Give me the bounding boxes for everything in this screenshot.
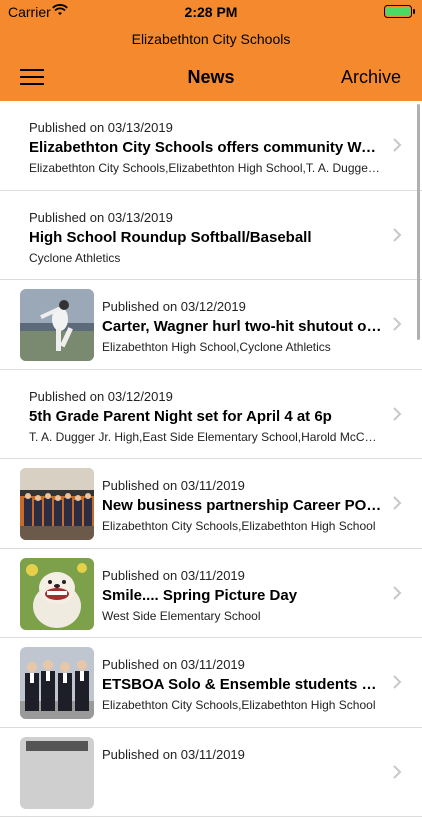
archive-button[interactable]: Archive [341,67,401,88]
news-list: Published on 03/13/2019 Elizabethton City… [0,101,422,817]
article-title: High School Roundup Softball/Baseball [29,229,382,246]
article-thumbnail [20,558,94,630]
article-date: Published on 03/13/2019 [29,120,382,135]
status-bar: Carrier 2:28 PM [0,0,422,24]
article-tags: Elizabethton City Schools,Elizabethton H… [29,161,382,175]
article-date: Published on 03/13/2019 [29,210,382,225]
article-date: Published on 03/11/2019 [102,747,382,762]
news-list-item[interactable]: Published on 03/12/2019 Carter, Wagner hu… [0,280,422,370]
article-tags: Elizabethton City Schools,Elizabethton H… [102,698,382,712]
header: Carrier 2:28 PM Elizabethton City School… [0,0,422,101]
chevron-right-icon [392,585,402,601]
article-tags: West Side Elementary School [102,609,382,623]
news-list-item[interactable]: Published on 03/11/2019 [0,728,422,817]
article-date: Published on 03/11/2019 [102,478,382,493]
article-tags: Elizabethton City Schools,Elizabethton H… [102,519,382,533]
article-tags: Elizabethton High School,Cyclone Athleti… [102,340,382,354]
news-list-item[interactable]: Published on 03/11/2019 ETSBOA Solo & Ens… [0,638,422,728]
news-list-item[interactable]: Published on 03/13/2019 Elizabethton City… [0,101,422,191]
news-list-item[interactable]: Published on 03/11/2019 Smile.... Spring … [0,549,422,639]
article-title: Carter, Wagner hurl two-hit shutout over… [102,318,382,335]
article-thumbnail [20,468,94,540]
article-tags: Cyclone Athletics [29,251,382,265]
app-title: Elizabethton City Schools [0,31,422,47]
article-date: Published on 03/12/2019 [102,299,382,314]
chevron-right-icon [392,674,402,690]
scrollbar[interactable] [417,104,420,340]
article-date: Published on 03/12/2019 [29,389,382,404]
chevron-right-icon [392,316,402,332]
article-date: Published on 03/11/2019 [102,657,382,672]
article-title: 5th Grade Parent Night set for April 4 a… [29,408,382,425]
chevron-right-icon [392,406,402,422]
article-title: ETSBOA Solo & Ensemble students excel [102,676,382,693]
article-thumbnail [20,647,94,719]
article-thumbnail [20,737,94,809]
chevron-right-icon [392,137,402,153]
news-list-item[interactable]: Published on 03/12/2019 5th Grade Parent … [0,370,422,460]
article-thumbnail [20,289,94,361]
article-title: Elizabethton City Schools offers communi… [29,139,382,156]
article-title: New business partnership Career POP take… [102,497,382,514]
chevron-right-icon [392,227,402,243]
battery-icon [384,5,416,18]
article-tags: T. A. Dugger Jr. High,East Side Elementa… [29,430,382,444]
article-title: Smile.... Spring Picture Day [102,587,382,604]
clock: 2:28 PM [0,4,422,20]
news-list-item[interactable]: Published on 03/13/2019 High School Round… [0,191,422,281]
article-date: Published on 03/11/2019 [102,568,382,583]
chevron-right-icon [392,495,402,511]
news-list-item[interactable]: Published on 03/11/2019 New business part… [0,459,422,549]
chevron-right-icon [392,764,402,780]
